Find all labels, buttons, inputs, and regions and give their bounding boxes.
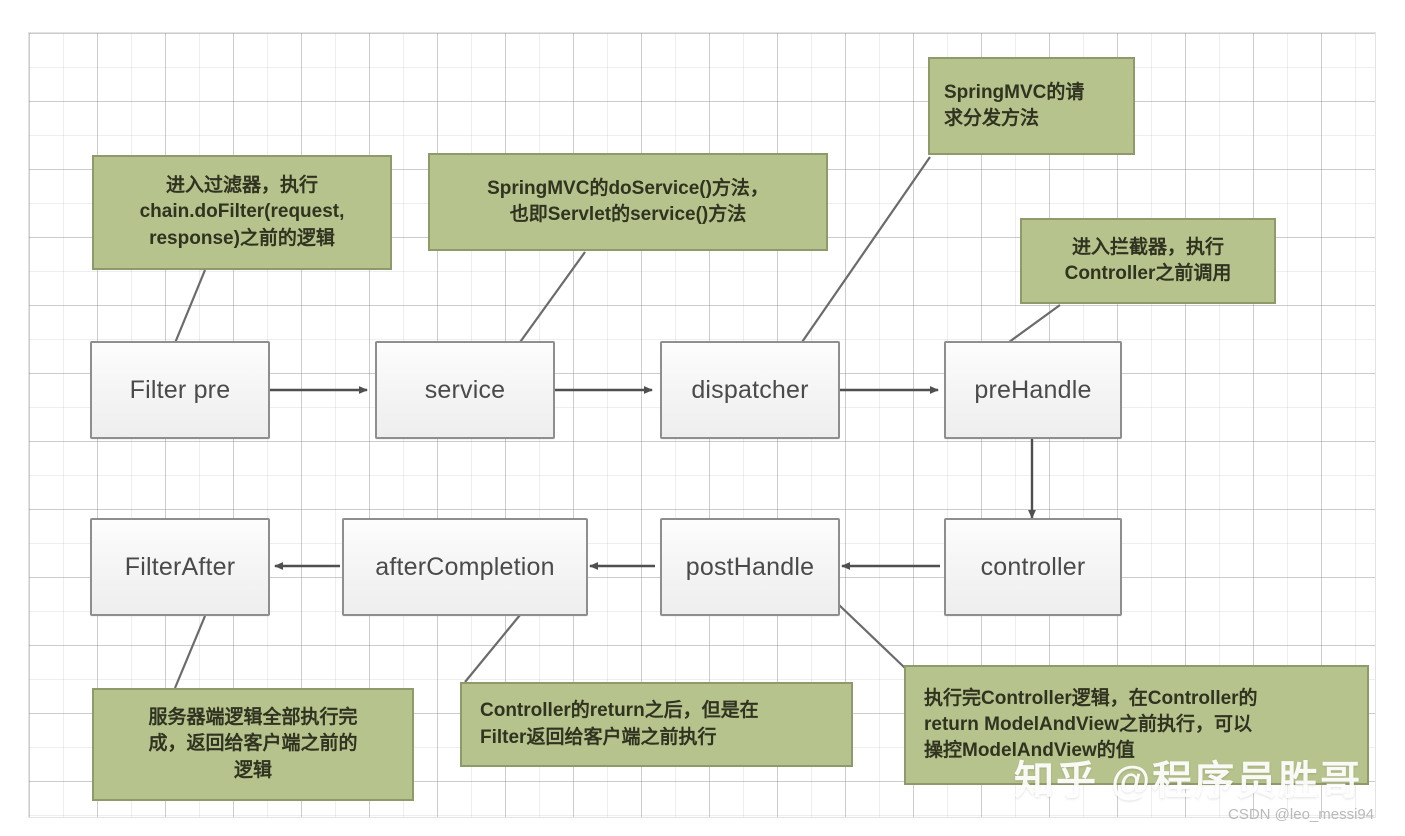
node-label: dispatcher (691, 375, 809, 404)
node-label: Filter pre (129, 375, 231, 404)
node-label: FilterAfter (124, 552, 236, 581)
note-filter-after: 服务器端逻辑全部执行完 成，返回给客户端之前的 逻辑 (92, 688, 414, 801)
note-service: SpringMVC的doService()方法， 也即Servlet的servi… (428, 153, 828, 251)
note-line: Controller的return之后，但是在 (480, 700, 759, 722)
zhihu-watermark: 知乎 @程序员胜哥 (1014, 759, 1363, 803)
node-label: afterCompletion (375, 552, 555, 581)
note-line: return ModelAndView之前执行，可以 (924, 713, 1252, 735)
note-line: Filter返回给客户端之前执行 (480, 726, 717, 748)
note-line: 执行完Controller逻辑，在Controller的 (924, 687, 1258, 709)
node-label: preHandle (974, 375, 1092, 404)
note-line: 逻辑 (233, 759, 272, 781)
node-label: postHandle (685, 552, 815, 581)
note-line: 进入过滤器，执行 (165, 175, 318, 197)
node-aftercompletion[interactable]: afterCompletion (342, 518, 588, 616)
note-line: Controller之前调用 (1064, 263, 1232, 284)
note-line: SpringMVC的doService()方法， (487, 177, 769, 199)
node-prehandle[interactable]: preHandle (944, 341, 1122, 439)
node-dispatcher[interactable]: dispatcher (660, 341, 840, 439)
node-controller[interactable]: controller (944, 518, 1122, 616)
note-line: response)之前的逻辑 (149, 227, 335, 249)
note-dispatcher: SpringMVC的请 求分发方法 (928, 57, 1135, 155)
note-filter-pre: 进入过滤器，执行 chain.doFilter(request, respons… (92, 155, 392, 270)
node-filter-pre[interactable]: Filter pre (90, 341, 270, 439)
node-service[interactable]: service (375, 341, 555, 439)
note-aftercompletion: Controller的return之后，但是在 Filter返回给客户端之前执行 (460, 682, 853, 767)
note-line: 成，返回给客户端之前的 (148, 733, 358, 755)
note-line: chain.doFilter(request, (139, 201, 345, 223)
note-line: 服务器端逻辑全部执行完 (148, 707, 358, 729)
note-line: 也即Servlet的service()方法 (509, 204, 747, 225)
diagram-page: 进入过滤器，执行 chain.doFilter(request, respons… (0, 0, 1405, 836)
node-label: controller (980, 552, 1086, 581)
node-label: service (424, 375, 506, 404)
note-line: SpringMVC的请 (944, 81, 1085, 103)
note-line: 求分发方法 (944, 108, 1040, 129)
note-prehandle: 进入拦截器，执行 Controller之前调用 (1020, 218, 1276, 304)
node-posthandle[interactable]: postHandle (660, 518, 840, 616)
note-line: 进入拦截器，执行 (1071, 236, 1224, 258)
node-filter-after[interactable]: FilterAfter (90, 518, 270, 616)
csdn-watermark: CSDN @leo_messi94 (1228, 806, 1375, 823)
